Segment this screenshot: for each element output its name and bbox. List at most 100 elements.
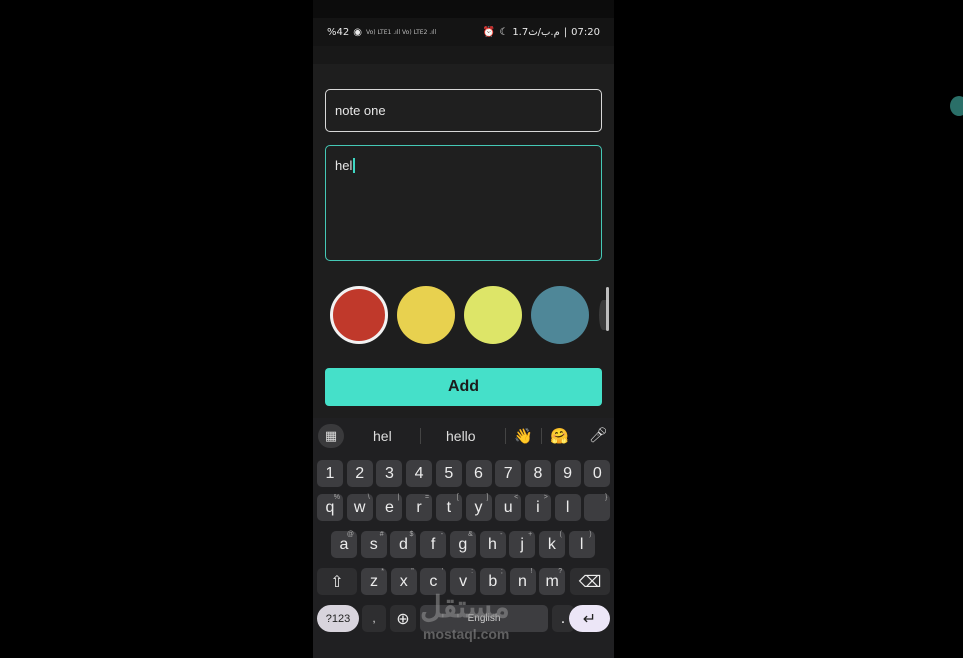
key-hint: + bbox=[528, 531, 533, 538]
color-swatch[interactable] bbox=[330, 286, 388, 344]
key-s[interactable]: s # bbox=[360, 531, 387, 558]
key-q-label: q bbox=[325, 498, 335, 516]
key-n-label: n bbox=[518, 572, 527, 590]
backspace-key[interactable]: ⌫ bbox=[570, 568, 610, 595]
key-i-label: i bbox=[536, 498, 540, 516]
key-7[interactable]: 7 bbox=[495, 460, 522, 487]
add-button[interactable]: Add bbox=[325, 368, 602, 406]
key-2[interactable]: 2 bbox=[346, 460, 373, 487]
key-k[interactable]: k( bbox=[538, 531, 565, 558]
key-hint: ; bbox=[500, 568, 503, 575]
note-body-value: hel bbox=[335, 158, 353, 173]
key-y-label: y bbox=[474, 498, 483, 516]
suggestion-divider bbox=[541, 428, 542, 444]
symbols-key-label: ?123 bbox=[325, 612, 351, 625]
suggestion-divider bbox=[420, 428, 421, 444]
key-6[interactable]: 6 bbox=[465, 460, 492, 487]
key-l[interactable]: l bbox=[554, 494, 581, 521]
period-key-label: . bbox=[560, 609, 566, 627]
status-divider: | bbox=[563, 26, 568, 38]
key-x-label: x bbox=[399, 572, 408, 590]
key-3[interactable]: 3 bbox=[376, 460, 403, 487]
key-hint: # bbox=[379, 531, 384, 538]
key-v-label: v bbox=[459, 572, 468, 590]
color-swatch[interactable] bbox=[397, 286, 455, 344]
key-hint: } bbox=[604, 494, 608, 501]
key-hint: \ bbox=[367, 494, 370, 501]
key-hint: ( bbox=[559, 531, 562, 538]
key-1[interactable]: 1 bbox=[317, 460, 343, 487]
key-5[interactable]: 5 bbox=[435, 460, 462, 487]
shift-key[interactable]: ⇧ bbox=[317, 568, 357, 595]
note-body-input[interactable]: hel bbox=[325, 145, 602, 261]
key-d-label: d bbox=[398, 535, 408, 553]
key-m[interactable]: m? bbox=[539, 568, 566, 595]
key-w[interactable]: w \ bbox=[346, 494, 373, 521]
key-h[interactable]: h- bbox=[479, 531, 506, 558]
keyboard-menu-icon[interactable]: ▦ bbox=[318, 424, 344, 448]
key-b-label: b bbox=[488, 572, 498, 590]
key-0[interactable]: 0 bbox=[584, 460, 611, 487]
enter-key-label: ↵ bbox=[582, 610, 597, 628]
key-x[interactable]: x " bbox=[390, 568, 417, 595]
key-d[interactable]: d $ bbox=[390, 531, 417, 558]
key-hint: | bbox=[397, 494, 400, 501]
key-z[interactable]: z * bbox=[361, 568, 387, 595]
key-0-label: 0 bbox=[592, 464, 602, 482]
key-a[interactable]: a @ bbox=[331, 531, 357, 558]
key-hint: > bbox=[543, 494, 548, 501]
key-i[interactable]: i > bbox=[524, 494, 551, 521]
waving-hand-emoji[interactable]: 👋 bbox=[514, 427, 533, 445]
globe-key[interactable]: ⊕ bbox=[390, 605, 416, 632]
comma-key-label: , bbox=[372, 612, 376, 625]
color-picker-scrollbar[interactable] bbox=[606, 287, 609, 331]
key-2-label: 2 bbox=[355, 464, 365, 482]
dnd-icon: ☾ bbox=[499, 26, 509, 38]
key-g[interactable]: g & bbox=[449, 531, 476, 558]
key-n[interactable]: n! bbox=[509, 568, 536, 595]
key-j[interactable]: j + bbox=[509, 531, 536, 558]
shift-key-label: ⇧ bbox=[330, 573, 344, 591]
key-8[interactable]: 8 bbox=[524, 460, 551, 487]
key-hint: - bbox=[500, 531, 503, 538]
key-q[interactable]: q% bbox=[317, 494, 343, 521]
key-r[interactable]: r = bbox=[406, 494, 433, 521]
top-band bbox=[313, 0, 614, 18]
key-u[interactable]: u < bbox=[495, 494, 522, 521]
color-swatch[interactable] bbox=[531, 286, 589, 344]
key-c-label: c bbox=[429, 572, 438, 590]
microphone-icon[interactable]: 🎤︎ bbox=[589, 426, 608, 444]
key-4-label: 4 bbox=[414, 464, 424, 482]
network-speed: 1.7م.ب/ث bbox=[512, 26, 560, 38]
key-hint: = bbox=[425, 494, 430, 501]
key-hint: * bbox=[381, 568, 384, 575]
symbols-key[interactable]: ?123 bbox=[317, 605, 359, 632]
enter-key[interactable]: ↵ bbox=[569, 605, 610, 632]
key-l[interactable]: l) bbox=[568, 531, 595, 558]
key-8-label: 8 bbox=[533, 464, 543, 482]
key-6-label: 6 bbox=[474, 464, 483, 482]
suggestion-1[interactable]: hel bbox=[373, 428, 392, 444]
hotspot-icon: ◉ bbox=[353, 26, 362, 38]
suggestion-2[interactable]: hello bbox=[446, 428, 476, 444]
sheet-header bbox=[313, 46, 614, 64]
note-title-value: note one bbox=[335, 103, 386, 118]
clock: 07:20 bbox=[571, 26, 600, 38]
comma-key[interactable]: , bbox=[362, 605, 386, 632]
alarm-icon: ⏰ bbox=[482, 26, 496, 38]
key-hint: < bbox=[514, 494, 519, 501]
color-picker bbox=[313, 284, 614, 346]
key-9[interactable]: 9 bbox=[554, 460, 581, 487]
key-e[interactable]: e | bbox=[376, 494, 403, 521]
key-4[interactable]: 4 bbox=[406, 460, 433, 487]
key-y[interactable]: y] bbox=[465, 494, 492, 521]
color-swatch[interactable] bbox=[464, 286, 522, 344]
key-3-label: 3 bbox=[384, 464, 394, 482]
key-r-label: r bbox=[416, 498, 422, 516]
key-f[interactable]: f- bbox=[420, 531, 447, 558]
note-title-input[interactable]: note one bbox=[325, 89, 602, 132]
key-t[interactable]: t[ bbox=[435, 494, 462, 521]
key-a-label: a bbox=[339, 535, 349, 553]
key-blank[interactable]: } bbox=[584, 494, 611, 521]
hugging-face-emoji[interactable]: 🤗 bbox=[550, 427, 569, 445]
